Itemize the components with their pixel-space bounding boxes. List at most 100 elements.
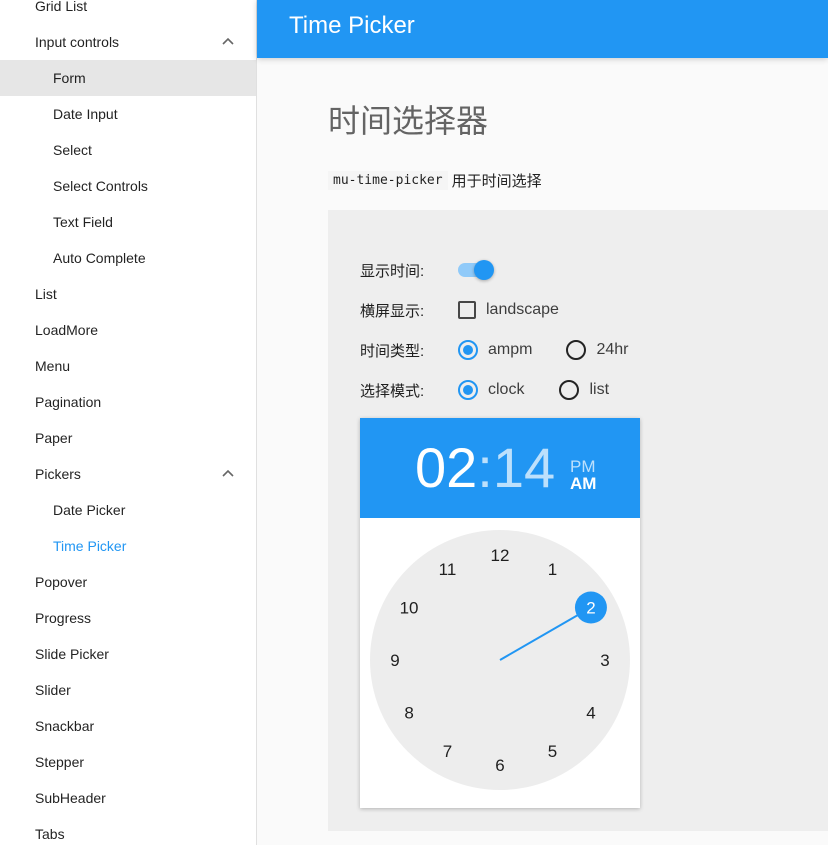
show-time-row: 显示时间: <box>360 255 494 285</box>
sidebar-item-snackbar[interactable]: Snackbar <box>0 708 256 744</box>
clock-number-6[interactable]: 6 <box>495 756 504 775</box>
radio-clock[interactable]: clock <box>458 380 524 400</box>
description-text: 用于时间选择 <box>451 173 542 190</box>
checkbox-box <box>458 301 476 319</box>
radio-circle <box>559 380 580 400</box>
sidebar-item-label: Select <box>53 142 92 158</box>
sidebar-item-list[interactable]: List <box>0 276 256 312</box>
radio-ampm[interactable]: ampm <box>458 340 532 360</box>
sidebar: Grid List Input controls Form Date Input Sel… <box>0 0 257 845</box>
pm-button[interactable]: PM <box>570 458 596 475</box>
sidebar-item-pickers[interactable]: Pickers <box>0 456 256 492</box>
time-type-label: 时间类型: <box>360 342 425 360</box>
sidebar-item-label: Input controls <box>35 34 120 50</box>
sidebar-item-select-controls[interactable]: Select Controls <box>0 168 256 204</box>
time-display: 02 : 14 <box>415 436 555 500</box>
radio-ampm-label: ampm <box>488 341 533 358</box>
sidebar-item-grid-list[interactable]: Grid List <box>0 0 256 24</box>
landscape-option-label: landscape <box>486 301 559 318</box>
app-bar: Time Picker <box>257 0 828 58</box>
sidebar-item-subheader[interactable]: SubHeader <box>0 780 256 816</box>
ampm-toggle: PM AM <box>570 458 596 492</box>
page-title: 时间选择器 <box>328 103 489 139</box>
radio-circle <box>458 340 478 360</box>
radio-circle <box>458 380 478 400</box>
sidebar-item-stepper[interactable]: Stepper <box>0 744 256 780</box>
time-picker: 02 : 14 PM AM 12 1 2 3 4 5 6 7 8 9 10 11 <box>360 418 640 808</box>
sidebar-item-paper[interactable]: Paper <box>0 420 256 456</box>
app-bar-title: Time Picker <box>289 12 415 39</box>
sidebar-item-label: Grid List <box>35 0 88 14</box>
clock-number-1[interactable]: 1 <box>548 560 557 579</box>
sidebar-item-tabs[interactable]: Tabs <box>0 816 256 845</box>
sidebar-item-label: Date Input <box>53 106 118 122</box>
clock-dial: 121234567891011 <box>390 546 609 775</box>
sidebar-item-label: LoadMore <box>35 322 99 338</box>
sidebar-item-label: SubHeader <box>35 790 106 806</box>
switch-thumb <box>474 260 494 280</box>
chevron-up-icon <box>222 37 234 45</box>
sidebar-item-slider[interactable]: Slider <box>0 672 256 708</box>
sidebar-item-label: List <box>35 286 57 302</box>
show-time-label: 显示时间: <box>360 262 425 280</box>
clock-number-5[interactable]: 5 <box>548 742 557 761</box>
sidebar-item-slide-picker[interactable]: Slide Picker <box>0 636 256 672</box>
mode-label: 选择模式: <box>360 382 425 400</box>
clock-number-9[interactable]: 9 <box>390 651 399 670</box>
sidebar-item-popover[interactable]: Popover <box>0 564 256 600</box>
sidebar-item-label: Pickers <box>35 466 81 482</box>
radio-24hr[interactable]: 24hr <box>566 340 628 360</box>
am-button[interactable]: AM <box>570 475 596 492</box>
sidebar-item-label: Tabs <box>35 826 65 842</box>
clock-number-3[interactable]: 3 <box>600 651 609 670</box>
sidebar-item-label: Progress <box>35 610 92 626</box>
sidebar-item-input-controls[interactable]: Input controls <box>0 24 256 60</box>
sidebar-item-menu[interactable]: Menu <box>0 348 256 384</box>
radio-list-label: list <box>589 381 610 398</box>
clock-number-2[interactable]: 2 <box>586 599 595 618</box>
sidebar-item-label: Menu <box>35 358 71 374</box>
sidebar-item-pagination[interactable]: Pagination <box>0 384 256 420</box>
sidebar-item-select[interactable]: Select <box>0 132 256 168</box>
sidebar-item-label: Paper <box>35 430 73 446</box>
chevron-up-icon <box>222 469 234 477</box>
radio-list[interactable]: list <box>559 380 609 400</box>
clock-number-12[interactable]: 12 <box>491 546 510 565</box>
page-description: mu-time-picker 用于时间选择 <box>328 170 542 191</box>
clock-number-10[interactable]: 10 <box>400 599 419 618</box>
sidebar-item-label: Form <box>53 70 86 86</box>
sidebar-item-date-picker[interactable]: Date Picker <box>0 492 256 528</box>
radio-circle <box>566 340 587 360</box>
clock-number-8[interactable]: 8 <box>404 704 413 723</box>
radio-24hr-label: 24hr <box>596 341 629 358</box>
clock-number-11[interactable]: 11 <box>439 560 457 579</box>
sidebar-item-progress[interactable]: Progress <box>0 600 256 636</box>
sidebar-item-time-picker[interactable]: Time Picker <box>0 528 256 564</box>
sidebar-item-label: Slider <box>35 682 71 698</box>
sidebar-item-form[interactable]: Form <box>0 60 256 96</box>
landscape-row: 横屏显示: landscape <box>360 295 559 325</box>
time-picker-header: 02 : 14 PM AM <box>360 418 640 518</box>
sidebar-item-auto-complete[interactable]: Auto Complete <box>0 240 256 276</box>
sidebar-item-label: Snackbar <box>35 718 95 734</box>
component-code: mu-time-picker <box>328 171 448 190</box>
minute-display[interactable]: 14 <box>493 436 555 500</box>
time-separator: : <box>477 436 493 499</box>
sidebar-item-label: Date Picker <box>53 502 126 518</box>
show-time-switch[interactable] <box>458 260 494 280</box>
clock-number-4[interactable]: 4 <box>586 704 595 723</box>
sidebar-item-date-input[interactable]: Date Input <box>0 96 256 132</box>
sidebar-item-label: Select Controls <box>53 178 148 194</box>
landscape-label: 横屏显示: <box>360 302 425 320</box>
sidebar-item-label: Text Field <box>53 214 113 230</box>
sidebar-item-loadmore[interactable]: LoadMore <box>0 312 256 348</box>
time-type-row: 时间类型: ampm 24hr <box>360 335 628 365</box>
clock-face[interactable]: 12 1 2 3 4 5 6 7 8 9 10 11 <box>370 530 630 790</box>
clock-number-7[interactable]: 7 <box>443 742 452 761</box>
sidebar-item-text-field[interactable]: Text Field <box>0 204 256 240</box>
radio-clock-label: clock <box>488 381 525 398</box>
hour-display[interactable]: 02 <box>415 436 477 500</box>
landscape-checkbox[interactable]: landscape <box>458 301 559 319</box>
sidebar-item-label: Slide Picker <box>35 646 109 662</box>
sidebar-item-label: Popover <box>35 574 88 590</box>
